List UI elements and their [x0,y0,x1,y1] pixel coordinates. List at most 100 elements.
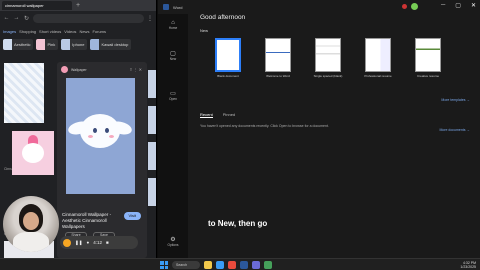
edge-icon[interactable] [216,261,224,269]
template-creative-resume[interactable]: Creative resume [410,38,446,78]
sidebar-item-open[interactable]: ▭ Open [158,90,188,101]
template-gallery: Blank document Welcome to Word Single sp… [210,38,446,78]
template-blank-document[interactable]: Blank document [210,38,246,78]
preview-header: Wallpaper [61,66,87,73]
chip-thumb [36,38,46,50]
word-taskbar-icon[interactable] [240,261,248,269]
chip-aesthetic[interactable]: Aesthetic [3,38,34,50]
new-tab-icon[interactable]: + [74,2,82,9]
template-resume[interactable]: Professional resume [360,38,396,78]
sidebar-item-label: Options [167,243,179,247]
preview-title[interactable]: Cinnamoroll Wallpaper - Aesthetic Cinnam… [62,212,122,230]
template-thumbnail [365,38,391,72]
tab-videos[interactable]: Videos [64,29,76,34]
tab-forums[interactable]: Forums [92,29,106,34]
sidebar-item-options[interactable]: ⚙ Options [158,236,188,247]
sidebar-item-label: Home [168,26,178,30]
sidebar-item-label: Open [169,97,177,101]
account-area [402,3,418,10]
browser-menu-icon[interactable]: ⋮ [147,15,153,22]
site-favicon [61,66,68,73]
taskbar-apps: Search [160,261,272,269]
result-image[interactable] [148,70,156,98]
tab-news[interactable]: News [79,29,89,34]
chip-iphone[interactable]: Iphone [61,38,88,50]
face-shape [22,143,44,163]
maximize-icon[interactable]: ▢ [455,2,461,9]
new-document-icon: ▢ [170,51,176,57]
eye-shape [105,128,109,133]
taskbar: Search 4:32 PM 1/23/2025 [0,258,480,270]
app-icon[interactable] [252,261,260,269]
result-image[interactable] [4,63,44,123]
character-body [80,114,120,148]
chip-label: Aesthetic [14,41,31,47]
forward-icon[interactable]: → [13,15,20,21]
template-single-spaced[interactable]: Single spaced (blank) [310,38,346,78]
close-icon[interactable]: ✕ [471,2,476,9]
record-icon[interactable] [63,238,71,247]
template-thumbnail [315,38,341,72]
tab-short-videos[interactable]: Short videos [39,29,61,34]
word-logo-icon [163,4,169,10]
app-title: Word [173,4,183,10]
sidebar-item-new[interactable]: ▢ New [158,50,188,61]
visit-button[interactable]: Visit [123,212,141,220]
chip-pink[interactable]: Pink [36,38,59,50]
empty-recent-message: You haven't opened any documents recentl… [200,124,329,128]
more-templates-link[interactable]: More templates → [441,98,470,102]
start-icon[interactable] [160,261,168,269]
address-bar[interactable] [33,13,144,23]
tab-pinned[interactable]: Pinned [223,112,235,118]
word-window: Word ─ ▢ ✕ ⌂ Home ▢ New ▭ Open ⚙ Options… [158,0,480,258]
close-icon[interactable]: ✕ [139,67,143,72]
preview-image[interactable] [66,78,135,194]
preview-icons: ⇪⋮✕ [129,67,143,72]
word-titlebar: Word [158,0,480,14]
word-sidebar: ⌂ Home ▢ New ▭ Open ⚙ Options [158,14,188,258]
tab-recent[interactable]: Recent [200,112,213,118]
template-thumbnail [265,38,291,72]
result-image[interactable] [148,142,156,170]
back-icon[interactable]: ← [3,15,10,21]
notification-icon[interactable] [402,4,407,9]
chip-label: Iphone [72,41,85,47]
taskbar-search[interactable]: Search [172,261,200,269]
avatar[interactable] [411,3,418,10]
system-tray[interactable]: 4:32 PM 1/23/2025 [460,261,476,269]
app-icon[interactable] [264,261,272,269]
template-name: Professional resume [364,74,392,78]
chip-thumb [3,38,12,50]
pause-icon[interactable]: ❚❚ [75,240,83,246]
result-image[interactable] [148,178,156,206]
more-documents-link[interactable]: More documents → [439,128,470,132]
sidebar-item-label: New [169,57,177,61]
browser-toolbar: ← → ↻ ⋮ [0,11,156,25]
template-thumbnail [215,38,241,72]
person-face [23,212,39,230]
chrome-icon[interactable] [228,261,236,269]
minimize-icon[interactable]: ─ [441,2,445,9]
tab-images[interactable]: Images [3,29,16,34]
chip-kawaii-desktop[interactable]: Kawaii desktop [90,38,132,50]
folder-icon: ▭ [170,91,176,97]
desktop: cinnamoroll wallpaper + ← → ↻ ⋮ Images S… [0,0,480,270]
result-column-right [148,70,156,258]
browser-tab[interactable]: cinnamoroll wallpaper [2,1,72,10]
preview-site-name[interactable]: Wallpaper [71,68,87,72]
video-caption: to New, then go [208,219,268,228]
person-shirt [13,232,49,252]
sidebar-item-home[interactable]: ⌂ Home [158,20,188,30]
window-controls: ─ ▢ ✕ [441,2,476,9]
stop-icon[interactable]: ■ [106,240,109,245]
blush-shape [88,135,93,138]
mic-icon[interactable]: ● [87,240,90,245]
file-explorer-icon[interactable] [204,261,212,269]
result-image[interactable] [148,106,156,134]
greeting-title: Good afternoon [200,14,246,21]
result-image[interactable] [12,131,54,175]
template-welcome[interactable]: Welcome to Word [260,38,296,78]
reload-icon[interactable]: ↻ [23,15,30,22]
tab-shopping[interactable]: Shopping [19,29,36,34]
template-name: Welcome to Word [266,74,290,78]
